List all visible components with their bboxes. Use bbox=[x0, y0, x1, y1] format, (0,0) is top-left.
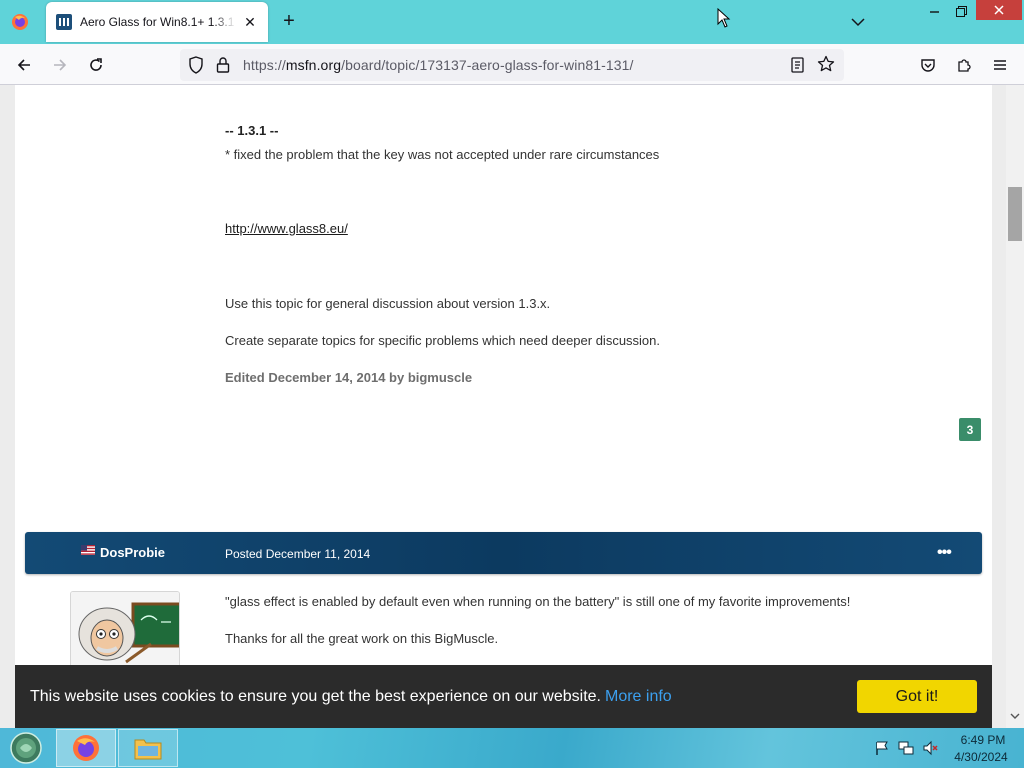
reply-options-menu-button[interactable]: ••• bbox=[937, 544, 952, 562]
einstein-cartoon-avatar-icon bbox=[71, 592, 179, 674]
changelog-fix-line: * fixed the problem that the key was not… bbox=[225, 147, 660, 162]
forward-button[interactable] bbox=[47, 52, 73, 78]
msfn-favicon-icon bbox=[56, 14, 72, 30]
tab-title: Aero Glass for Win8.1+ 1.3.1 - A bbox=[80, 15, 236, 29]
tab-active[interactable]: Aero Glass for Win8.1+ 1.3.1 - A ✕ bbox=[46, 2, 268, 42]
pocket-icon bbox=[921, 59, 935, 72]
url-path: /board/topic/173137-aero-glass-for-win81… bbox=[341, 57, 634, 73]
reload-button[interactable] bbox=[83, 52, 109, 78]
reload-icon bbox=[90, 58, 102, 71]
new-tab-button[interactable]: + bbox=[278, 11, 300, 33]
address-bar[interactable]: https://msfn.org/board/topic/173137-aero… bbox=[180, 49, 844, 81]
cookie-accept-button[interactable]: Got it! bbox=[857, 680, 977, 713]
tab-strip: Aero Glass for Win8.1+ 1.3.1 - A ✕ + bbox=[0, 0, 1024, 44]
start-orb-icon bbox=[10, 732, 42, 764]
window-restore-button[interactable] bbox=[944, 0, 978, 22]
app-menu-button[interactable] bbox=[987, 52, 1013, 78]
list-all-tabs-chevron-icon[interactable] bbox=[848, 12, 868, 32]
navigation-toolbar: https://msfn.org/board/topic/173137-aero… bbox=[0, 44, 1024, 85]
us-flag-icon bbox=[81, 545, 95, 555]
glass8-link[interactable]: http://www.glass8.eu/ bbox=[225, 221, 348, 236]
bookmark-star-icon[interactable] bbox=[817, 55, 835, 73]
separate-topics-note: Create separate topics for specific prob… bbox=[225, 333, 661, 348]
close-icon bbox=[994, 5, 1004, 15]
clock-date[interactable]: 4/30/2024 bbox=[950, 750, 1012, 764]
cookie-message: This website uses cookies to ensure you … bbox=[30, 688, 672, 706]
avatar[interactable] bbox=[70, 591, 180, 675]
page-scrollbar[interactable] bbox=[1006, 85, 1024, 728]
firefox-icon bbox=[73, 735, 99, 761]
reply-quote-line: "glass effect is enabled by default even… bbox=[225, 594, 851, 609]
reader-view-icon[interactable] bbox=[790, 56, 806, 74]
start-button[interactable] bbox=[6, 730, 46, 766]
reply-thanks-line: Thanks for all the great work on this Bi… bbox=[225, 631, 499, 646]
action-center-flag-icon[interactable] bbox=[874, 740, 890, 756]
cookie-more-info-link[interactable]: More info bbox=[605, 688, 672, 705]
reputation-badge[interactable]: 3 bbox=[959, 418, 981, 441]
tab-close-icon[interactable]: ✕ bbox=[240, 12, 260, 32]
edited-note: Edited December 14, 2014 by bigmuscle bbox=[225, 370, 473, 385]
hamburger-menu-icon bbox=[994, 60, 1006, 70]
page-viewport: -- 1.3.1 -- * fixed the problem that the… bbox=[0, 85, 1024, 728]
taskbar-firefox-button[interactable] bbox=[56, 729, 116, 767]
extensions-button[interactable] bbox=[951, 52, 977, 78]
network-icon[interactable] bbox=[898, 740, 914, 756]
version-heading: -- 1.3.1 -- bbox=[225, 123, 279, 138]
taskbar-file-explorer-button[interactable] bbox=[118, 729, 178, 767]
reply-header-bar: DosProbie Posted December 11, 2014 ••• bbox=[25, 532, 982, 574]
clock-time[interactable]: 6:49 PM bbox=[955, 733, 1011, 747]
minimize-icon bbox=[930, 11, 939, 13]
volume-muted-icon[interactable] bbox=[922, 740, 938, 756]
url-host: msfn.org bbox=[285, 57, 342, 73]
content-card bbox=[15, 85, 992, 675]
scrollbar-thumb[interactable] bbox=[1008, 187, 1022, 241]
back-button[interactable] bbox=[11, 52, 37, 78]
scroll-down-arrow-icon[interactable] bbox=[1009, 711, 1021, 721]
lock-icon[interactable] bbox=[216, 56, 230, 74]
firefox-view-button[interactable] bbox=[6, 10, 34, 34]
windows-taskbar: 6:49 PM 4/30/2024 bbox=[0, 728, 1024, 768]
discussion-note: Use this topic for general discussion ab… bbox=[225, 296, 551, 311]
back-arrow-icon bbox=[17, 59, 30, 71]
firefox-icon bbox=[12, 14, 28, 30]
cookie-consent-banner: This website uses cookies to ensure you … bbox=[15, 665, 992, 728]
reply-date[interactable]: Posted December 11, 2014 bbox=[225, 547, 370, 561]
url-text[interactable]: https://msfn.org/board/topic/173137-aero… bbox=[243, 57, 634, 73]
reply-author-link[interactable]: DosProbie bbox=[100, 545, 165, 560]
forward-arrow-icon bbox=[54, 59, 67, 71]
mouse-cursor-icon bbox=[717, 8, 731, 28]
folder-icon bbox=[134, 739, 162, 760]
tracking-protection-shield-icon[interactable] bbox=[188, 56, 204, 74]
cookie-message-text: This website uses cookies to ensure you … bbox=[30, 688, 601, 705]
url-prefix: https:// bbox=[243, 57, 286, 73]
window-close-button[interactable] bbox=[976, 0, 1022, 20]
puzzle-extension-icon bbox=[958, 59, 971, 72]
pocket-button[interactable] bbox=[915, 52, 941, 78]
restore-icon bbox=[955, 5, 967, 17]
